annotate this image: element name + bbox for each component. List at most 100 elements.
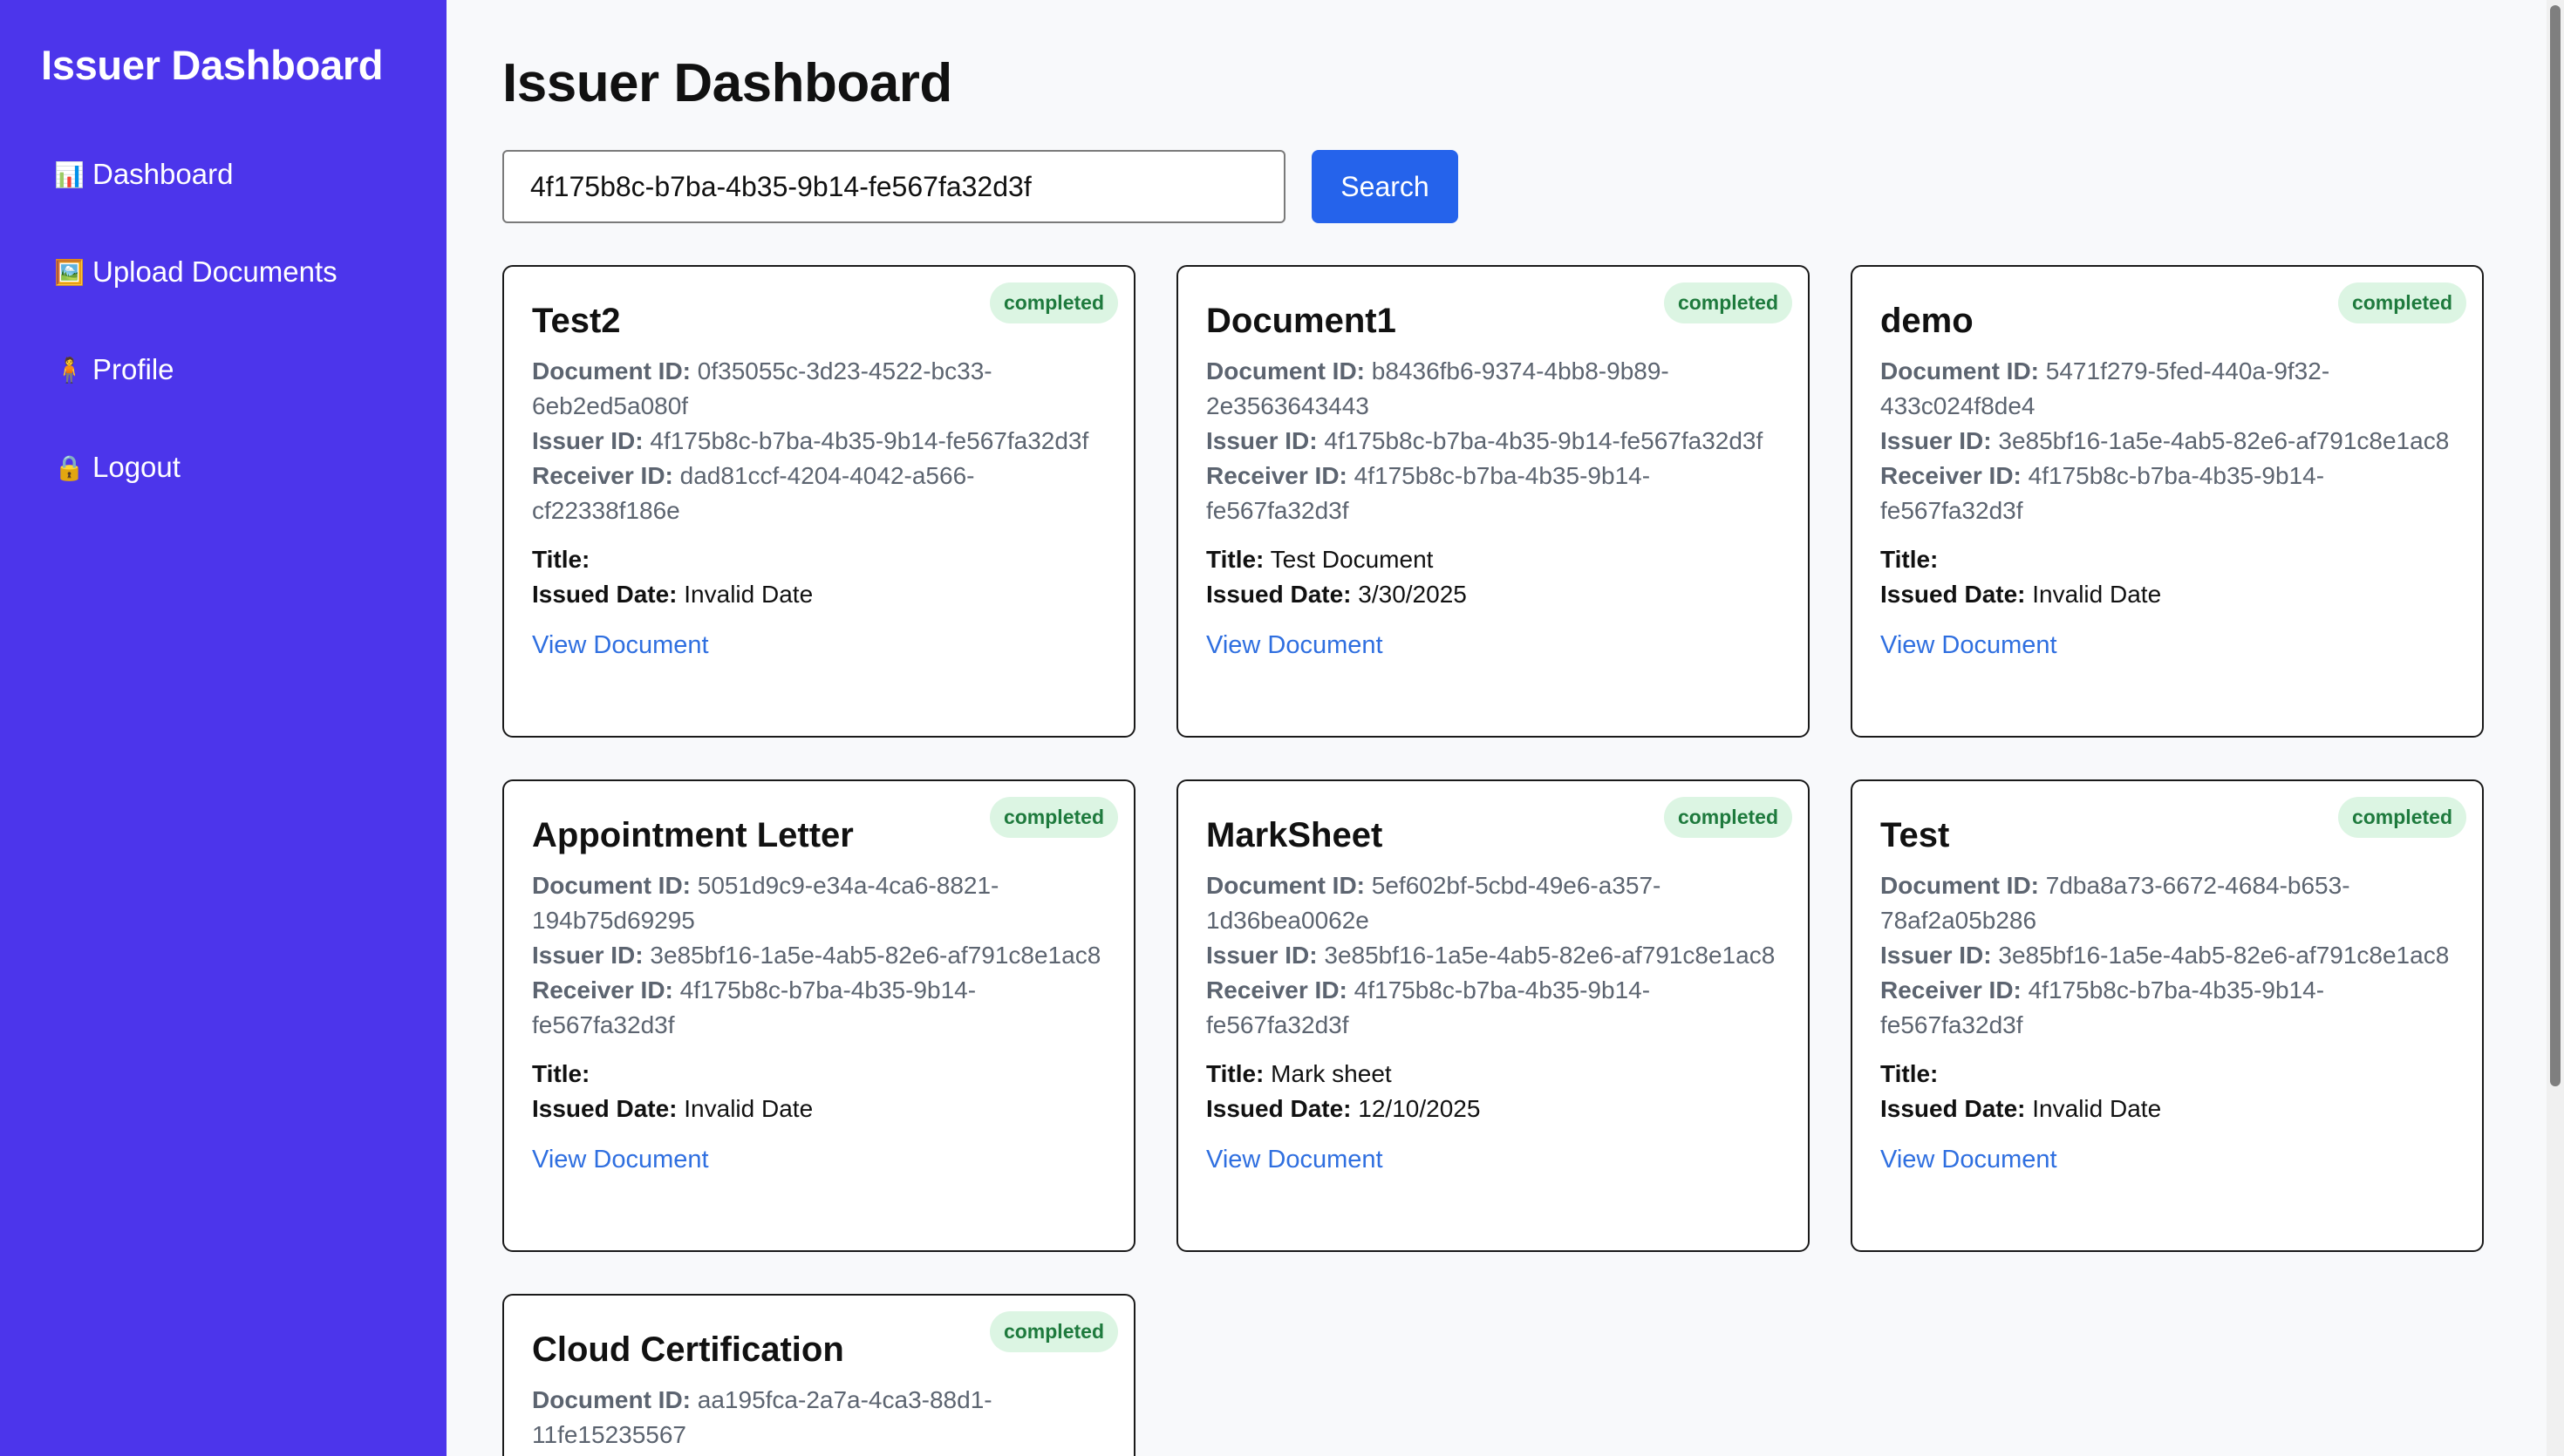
sidebar-item-dashboard[interactable]: 📊 Dashboard [0,126,447,223]
title-label: Title: [1206,546,1265,573]
sidebar-item-upload-documents[interactable]: 🖼️ Upload Documents [0,223,447,321]
issued-date-label: Issued Date: [1880,581,2026,608]
document-meta: Title: Issued Date: Invalid Date [1880,542,2454,612]
main-content: Issuer Dashboard Search completed Test2 … [447,0,2564,1456]
page-title: Issuer Dashboard [502,53,952,113]
view-document-link[interactable]: View Document [532,631,709,660]
receiver-id-row: Receiver ID: 4f175b8c-b7ba-4b35-9b14-fe5… [532,973,1106,1043]
sidebar-nav: 📊 Dashboard 🖼️ Upload Documents 🧍 Profil… [0,126,447,516]
title-value: Test Document [1270,546,1434,573]
chart-icon: 📊 [54,160,85,188]
issued-date-row: Issued Date: Invalid Date [1880,577,2454,612]
receiver-id-label: Receiver ID: [1206,976,1347,1004]
receiver-id-row: Receiver ID: dad81ccf-4204-4042-a566-cf2… [532,459,1106,528]
status-badge: completed [2337,282,2466,323]
document-grid: completed Test2 Document ID: 0f35055c-3d… [502,265,2564,1456]
document-card: completed Document1 Document ID: b8436fb… [1176,265,1810,738]
status-badge: completed [989,1311,1118,1352]
document-ids: Document ID: aa195fca-2a7a-4ca3-88d1-11f… [532,1383,1106,1453]
document-id-row: Document ID: 5ef602bf-5cbd-49e6-a357-1d3… [1206,868,1780,938]
issued-date-row: Issued Date: Invalid Date [532,577,1106,612]
receiver-id-label: Receiver ID: [532,462,673,489]
title-row: Title: Test Document [1206,542,1780,577]
status-badge: completed [2337,797,2466,838]
document-id-label: Document ID: [1206,872,1365,899]
app-root: Issuer Dashboard 📊 Dashboard 🖼️ Upload D… [0,0,2564,1456]
status-badge: completed [1663,282,1792,323]
document-ids: Document ID: 5051d9c9-e34a-4ca6-8821-194… [532,868,1106,1043]
view-document-link[interactable]: View Document [532,1146,709,1174]
issuer-id-value: 3e85bf16-1a5e-4ab5-82e6-af791c8e1ac8 [650,942,1101,969]
sidebar-brand: Issuer Dashboard [41,42,384,88]
document-ids: Document ID: 7dba8a73-6672-4684-b653-78a… [1880,868,2454,1043]
sidebar: Issuer Dashboard 📊 Dashboard 🖼️ Upload D… [0,0,447,1456]
document-id-row: Document ID: aa195fca-2a7a-4ca3-88d1-11f… [532,1383,1106,1453]
issuer-id-label: Issuer ID: [1206,427,1318,454]
view-document-link[interactable]: View Document [1206,1146,1383,1174]
title-label: Title: [532,1060,590,1087]
issuer-id-label: Issuer ID: [1880,942,1992,969]
document-meta: Title: Issued Date: Invalid Date [1880,1057,2454,1126]
scrollbar-thumb[interactable] [2550,5,2561,1086]
title-row: Title: Mark sheet [1206,1057,1780,1092]
issued-date-label: Issued Date: [532,1095,678,1122]
receiver-id-row: Receiver ID: 4f175b8c-b7ba-4b35-9b14-fe5… [1206,459,1780,528]
issuer-id-row: Issuer ID: 3e85bf16-1a5e-4ab5-82e6-af791… [1880,424,2454,459]
document-meta: Title: Issued Date: Invalid Date [532,542,1106,612]
document-id-row: Document ID: 5051d9c9-e34a-4ca6-8821-194… [532,868,1106,938]
issued-date-label: Issued Date: [532,581,678,608]
document-id-row: Document ID: 0f35055c-3d23-4522-bc33-6eb… [532,354,1106,424]
receiver-id-row: Receiver ID: 4f175b8c-b7ba-4b35-9b14-fe5… [1880,973,2454,1043]
issuer-id-value: 4f175b8c-b7ba-4b35-9b14-fe567fa32d3f [1324,427,1763,454]
issued-date-row: Issued Date: Invalid Date [1880,1092,2454,1126]
status-badge: completed [989,282,1118,323]
view-document-link[interactable]: View Document [1880,631,2057,660]
document-id-label: Document ID: [1880,357,2039,384]
title-label: Title: [532,546,590,573]
search-input[interactable] [502,150,1285,223]
receiver-id-label: Receiver ID: [1880,976,2022,1004]
issuer-id-row: Issuer ID: 4f175b8c-b7ba-4b35-9b14-fe567… [1206,424,1780,459]
sidebar-item-logout[interactable]: 🔒 Logout [0,418,447,516]
upload-icon: 🖼️ [54,258,85,286]
document-card: completed Test2 Document ID: 0f35055c-3d… [502,265,1135,738]
issuer-id-row: Issuer ID: 4f175b8c-b7ba-4b35-9b14-fe567… [532,424,1106,459]
view-document-link[interactable]: View Document [1206,631,1383,660]
sidebar-item-profile[interactable]: 🧍 Profile [0,321,447,418]
document-card: completed Appointment Letter Document ID… [502,779,1135,1252]
document-id-label: Document ID: [1206,357,1365,384]
title-row: Title: [1880,1057,2454,1092]
search-bar: Search [502,150,2564,223]
person-icon: 🧍 [54,356,85,384]
document-id-label: Document ID: [532,357,691,384]
document-ids: Document ID: 5471f279-5fed-440a-9f32-433… [1880,354,2454,528]
issuer-id-label: Issuer ID: [1880,427,1992,454]
issuer-id-row: Issuer ID: 3e85bf16-1a5e-4ab5-82e6-af791… [1206,938,1780,973]
issued-date-row: Issued Date: 12/10/2025 [1206,1092,1780,1126]
issued-date-value: Invalid Date [2032,581,2162,608]
title-row: Title: [532,1057,1106,1092]
title-value: Mark sheet [1271,1060,1392,1087]
view-document-link[interactable]: View Document [1880,1146,2057,1174]
title-label: Title: [1206,1060,1265,1087]
document-meta: Title: Mark sheet Issued Date: 12/10/202… [1206,1057,1780,1126]
sidebar-item-label: Upload Documents [92,255,338,288]
document-id-label: Document ID: [532,1386,691,1413]
lock-icon: 🔒 [54,453,85,481]
issued-date-row: Issued Date: Invalid Date [532,1092,1106,1126]
search-button[interactable]: Search [1312,150,1458,223]
document-id-label: Document ID: [1880,872,2039,899]
document-meta: Title: Test Document Issued Date: 3/30/2… [1206,542,1780,612]
receiver-id-label: Receiver ID: [1880,462,2022,489]
document-card: completed demo Document ID: 5471f279-5fe… [1851,265,2484,738]
vertical-scrollbar[interactable] [2547,0,2564,1456]
title-label: Title: [1880,546,1939,573]
document-card: completed Cloud Certification Document I… [502,1294,1135,1456]
issuer-id-value: 3e85bf16-1a5e-4ab5-82e6-af791c8e1ac8 [1324,942,1776,969]
sidebar-item-label: Profile [92,353,174,385]
document-id-row: Document ID: 5471f279-5fed-440a-9f32-433… [1880,354,2454,424]
issued-date-value: Invalid Date [2032,1095,2162,1122]
title-row: Title: [1880,542,2454,577]
issued-date-label: Issued Date: [1206,1095,1352,1122]
issuer-id-row: Issuer ID: 3e85bf16-1a5e-4ab5-82e6-af791… [1880,938,2454,973]
